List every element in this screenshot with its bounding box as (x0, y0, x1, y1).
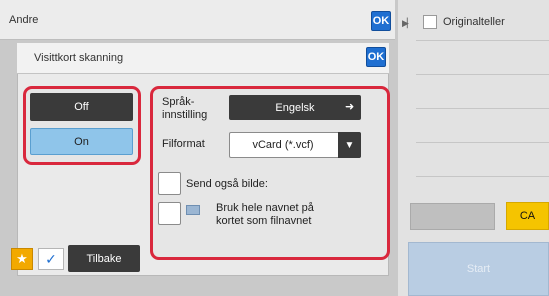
divider (416, 176, 549, 177)
send-image-checkbox[interactable] (158, 172, 181, 195)
divider (416, 74, 549, 75)
file-format-value: vCard (*.vcf) (252, 139, 314, 151)
use-name-label: Bruk hele navnet på kortet som filnavnet (216, 202, 314, 228)
use-name-label-line2: kortet som filnavnet (216, 215, 312, 227)
outer-ok-button[interactable]: OK (371, 11, 391, 31)
outer-window-title: Andre (9, 14, 39, 26)
language-label-line2: innstilling (162, 109, 208, 121)
expand-arrow-icon[interactable]: ▶▏ (402, 18, 414, 29)
original-counter-label: Originalteller (443, 16, 505, 28)
start-button[interactable]: Start (408, 242, 549, 296)
file-format-label: Filformat (162, 138, 205, 150)
language-button[interactable]: Engelsk (229, 95, 361, 120)
triangle-down-icon[interactable]: ▼ (338, 132, 361, 158)
on-button[interactable]: On (30, 128, 133, 155)
language-value: Engelsk (275, 101, 315, 114)
dialog-title: Visittkort skanning (34, 52, 124, 64)
use-name-label-line1: Bruk hele navnet på (216, 202, 314, 214)
checkmark-icon[interactable]: ✓ (38, 248, 64, 270)
divider (416, 108, 549, 109)
language-setting-label: Språk- innstilling (162, 96, 207, 122)
dialog-ok-button[interactable]: OK (366, 47, 386, 67)
business-card-icon (186, 205, 200, 215)
off-button[interactable]: Off (30, 93, 133, 121)
divider (416, 40, 549, 41)
back-button[interactable]: Tilbake (68, 245, 140, 272)
use-name-checkbox[interactable] (158, 202, 181, 225)
language-label-line1: Språk- (162, 96, 195, 108)
star-icon[interactable]: ★ (11, 248, 33, 270)
ca-button[interactable]: CA (506, 202, 549, 230)
send-image-label: Send også bilde: (186, 178, 268, 190)
divider (416, 142, 549, 143)
outer-window-header (0, 0, 395, 40)
arrow-right-icon: ➜ (345, 101, 355, 113)
disabled-button (410, 203, 495, 230)
original-counter-checkbox[interactable] (423, 15, 437, 29)
